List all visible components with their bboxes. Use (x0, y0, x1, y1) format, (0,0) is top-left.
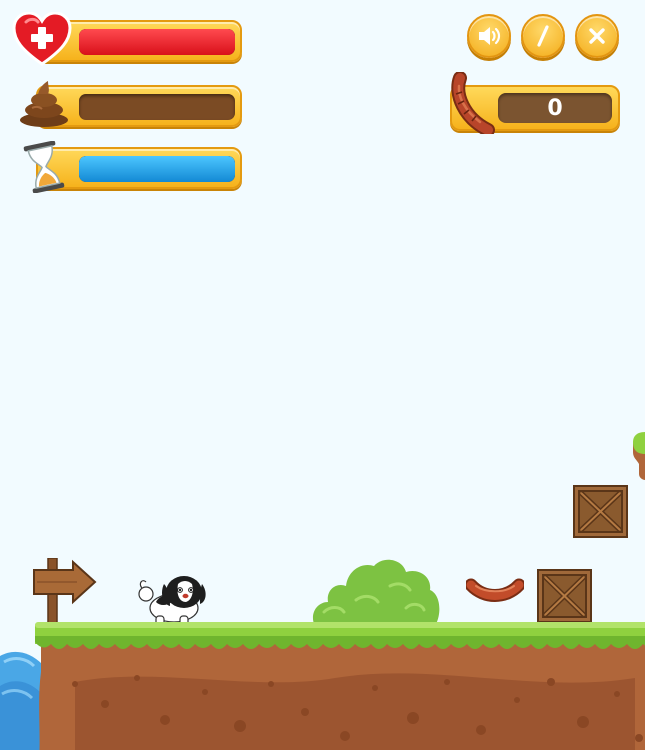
health-bar-fill (79, 29, 235, 55)
game-canvas: 0 (0, 0, 645, 750)
speaker-icon (479, 27, 501, 45)
bush-icon (312, 559, 440, 624)
arrow-sign-icon (33, 558, 97, 624)
sound-button[interactable] (467, 14, 511, 58)
floating-platform (633, 432, 645, 480)
poop-icon (20, 81, 68, 127)
health-bar-track (79, 29, 235, 55)
hygiene-bar-track (79, 94, 235, 120)
heart-plus-icon (12, 12, 72, 66)
sausage-icon (451, 72, 495, 134)
slash-icon (537, 25, 549, 47)
close-icon (589, 28, 605, 44)
dog-icon[interactable] (136, 568, 212, 628)
time-bar-track (79, 156, 235, 182)
time-bar-fill (79, 156, 235, 182)
close-button[interactable] (575, 14, 619, 58)
crate-icon (573, 485, 628, 538)
hourglass-icon (23, 141, 65, 193)
score-value: 0 (498, 93, 612, 123)
sausage-pickup-icon (466, 578, 524, 602)
pause-button[interactable] (521, 14, 565, 58)
ground (35, 622, 645, 750)
crate-icon (537, 569, 592, 623)
